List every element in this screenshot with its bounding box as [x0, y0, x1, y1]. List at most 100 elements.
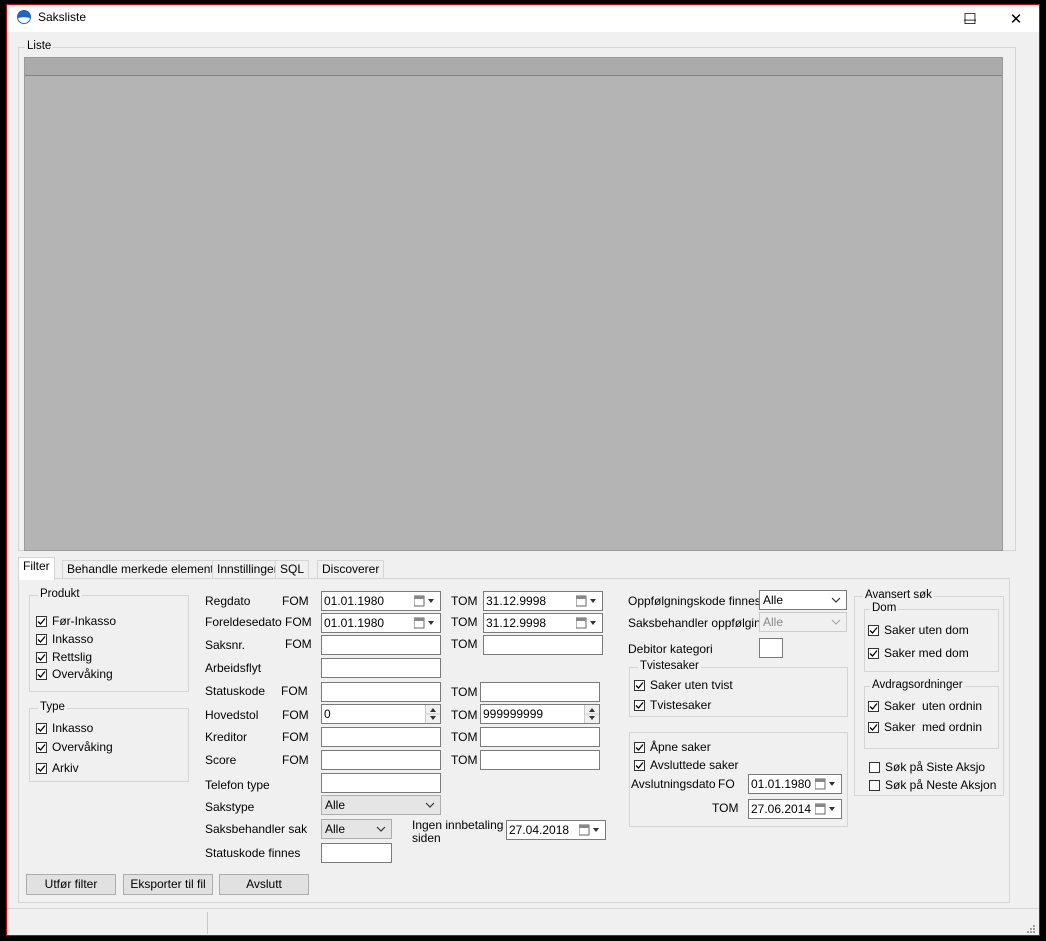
score-fom-input[interactable]	[321, 750, 441, 770]
calendar-dropdown-icon[interactable]	[815, 778, 837, 790]
hovedstol-label: Hovedstol	[205, 708, 259, 722]
avslutningsdato-tom-label: TOM	[712, 801, 739, 815]
stepper-arrows-icon[interactable]	[584, 705, 599, 723]
ingen-innbetaling-datepicker[interactable]: 27.04.2018	[506, 820, 606, 840]
utfor-filter-button[interactable]: Utfør filter	[26, 874, 116, 895]
foreldesedato-fom-datepicker[interactable]: 01.01.1980	[321, 613, 441, 633]
foreldesedato-label: Foreldesedato	[205, 615, 282, 629]
saker-med-ordning-checkbox[interactable]: Saker med ordnin	[868, 720, 982, 734]
grid-header[interactable]	[25, 58, 1002, 76]
tab-filter[interactable]: Filter	[18, 557, 55, 580]
checkbox-checked-icon	[868, 624, 879, 636]
saker-uten-dom-checkbox[interactable]: Saker uten dom	[868, 623, 969, 637]
regdato-fom-datepicker[interactable]: 01.01.1980	[321, 591, 441, 611]
foreldesedato-tom-label: TOM	[451, 615, 478, 629]
checkbox-checked-icon	[36, 668, 47, 680]
type-arkiv-checkbox[interactable]: Arkiv	[36, 761, 79, 775]
statuskode-fom-input[interactable]	[321, 682, 441, 702]
stepper-arrows-icon[interactable]	[425, 705, 440, 723]
score-fom-label: FOM	[282, 753, 309, 767]
statuskode-tom-input[interactable]	[480, 682, 600, 702]
avslutningsdato-fom-datepicker[interactable]: 01.01.1980	[748, 774, 842, 794]
checkbox-checked-icon	[634, 679, 645, 691]
type-label: Type	[38, 701, 67, 713]
checkbox-checked-icon	[868, 647, 879, 659]
saksnr-tom-label: TOM	[451, 637, 478, 651]
hovedstol-tom-label: TOM	[451, 708, 478, 722]
apne-saker-checkbox[interactable]: Åpne saker	[634, 740, 711, 754]
sok-neste-aksjon-checkbox[interactable]: Søk på Neste Aksjon	[869, 778, 996, 792]
telefon-type-input[interactable]	[321, 773, 441, 793]
type-overvaking-checkbox[interactable]: Overvåking	[36, 740, 113, 754]
produkt-overvaking-checkbox[interactable]: Overvåking	[36, 667, 113, 681]
saker-uten-ordning-checkbox[interactable]: Saker uten ordnin	[868, 699, 982, 713]
maximize-icon: ☐	[963, 10, 977, 28]
saksbehandler-oppfolging-dropdown[interactable]: Alle	[759, 612, 847, 632]
checkbox-unchecked-icon	[869, 779, 880, 791]
chevron-down-icon	[831, 619, 841, 625]
avslutningsdato-fo-label: FO	[718, 777, 735, 791]
avslutningsdato-tom-datepicker[interactable]: 27.06.2014	[748, 799, 842, 819]
arbeidsflyt-input[interactable]	[321, 658, 441, 678]
statuskode-label: Statuskode	[205, 684, 266, 698]
foreldesedato-tom-datepicker[interactable]: 31.12.9998	[483, 613, 603, 633]
eksporter-til-fil-button[interactable]: Eksporter til fil	[123, 874, 213, 895]
close-button[interactable]: ✕	[993, 5, 1039, 32]
ingen-innbetaling-label: Ingen innbetaling	[412, 818, 504, 832]
foreldesedato-fom-label: FOM	[285, 615, 312, 629]
results-grid[interactable]	[24, 57, 1003, 551]
statuskode-finnes-label: Statuskode finnes	[205, 846, 301, 860]
saker-med-dom-checkbox[interactable]: Saker med dom	[868, 646, 969, 660]
statuskode-finnes-input[interactable]	[321, 843, 392, 863]
calendar-dropdown-icon[interactable]	[414, 595, 436, 607]
saksnr-fom-input[interactable]	[321, 635, 441, 655]
hovedstol-tom-stepper[interactable]: 999999999	[480, 704, 600, 724]
checkbox-checked-icon	[36, 615, 47, 627]
sakstype-label: Sakstype	[205, 800, 255, 814]
avslutt-button[interactable]: Avslutt	[219, 874, 309, 895]
score-tom-input[interactable]	[480, 750, 600, 770]
debitor-kategori-input[interactable]	[759, 638, 783, 658]
produkt-rettslig-checkbox[interactable]: Rettslig	[36, 650, 92, 664]
sok-siste-aksjon-checkbox[interactable]: Søk på Siste Aksjo	[869, 760, 985, 774]
sakstype-dropdown[interactable]: Alle	[321, 795, 441, 815]
maximize-button[interactable]: ☐	[947, 5, 993, 32]
calendar-dropdown-icon[interactable]	[576, 617, 598, 629]
telefon-type-label: Telefon type	[205, 778, 270, 792]
produkt-for-inkasso-checkbox[interactable]: Før-Inkasso	[36, 614, 116, 628]
checkbox-checked-icon	[36, 762, 47, 774]
saksbehandler-sak-label: Saksbehandler sak	[205, 822, 308, 836]
tab-innstillinger[interactable]: Innstillinger	[212, 560, 283, 579]
regdato-tom-datepicker[interactable]: 31.12.9998	[483, 591, 603, 611]
status-bar-divider	[207, 912, 208, 934]
tab-sql[interactable]: SQL	[275, 560, 310, 579]
calendar-dropdown-icon[interactable]	[815, 803, 837, 815]
calendar-dropdown-icon[interactable]	[414, 617, 436, 629]
checkbox-checked-icon	[36, 722, 47, 734]
saker-uten-tvist-checkbox[interactable]: Saker uten tvist	[634, 678, 733, 692]
oppfolgingskode-label: Oppfølgningskode finnes	[628, 594, 761, 608]
tab-discoverer[interactable]: Discoverer	[317, 560, 385, 579]
saksbehandler-sak-dropdown[interactable]: Alle	[321, 819, 392, 839]
avsluttede-saker-checkbox[interactable]: Avsluttede saker	[634, 758, 739, 772]
title-bar[interactable]: Saksliste —	[7, 5, 1039, 32]
kreditor-fom-input[interactable]	[321, 727, 441, 747]
saksnr-label: Saksnr.	[205, 638, 246, 652]
kreditor-fom-label: FOM	[282, 730, 309, 744]
hovedstol-fom-stepper[interactable]: 0	[321, 704, 441, 724]
type-inkasso-checkbox[interactable]: Inkasso	[36, 721, 93, 735]
calendar-dropdown-icon[interactable]	[576, 595, 598, 607]
chevron-down-icon	[831, 597, 841, 603]
kreditor-tom-input[interactable]	[480, 727, 600, 747]
arbeidsflyt-label: Arbeidsflyt	[205, 661, 262, 675]
dom-groupbox: Dom	[864, 602, 999, 672]
oppfolgingskode-dropdown[interactable]: Alle	[759, 590, 847, 610]
tab-behandle-merkede[interactable]: Behandle merkede elementer	[62, 560, 230, 579]
checkbox-checked-icon	[634, 741, 645, 753]
saksnr-tom-input[interactable]	[483, 635, 603, 655]
dom-label: Dom	[870, 602, 899, 614]
produkt-inkasso-checkbox[interactable]: Inkasso	[36, 632, 93, 646]
resize-grip-icon[interactable]	[1025, 923, 1035, 933]
calendar-dropdown-icon[interactable]	[579, 824, 601, 836]
tvistesaker-checkbox[interactable]: Tvistesaker	[634, 698, 711, 712]
